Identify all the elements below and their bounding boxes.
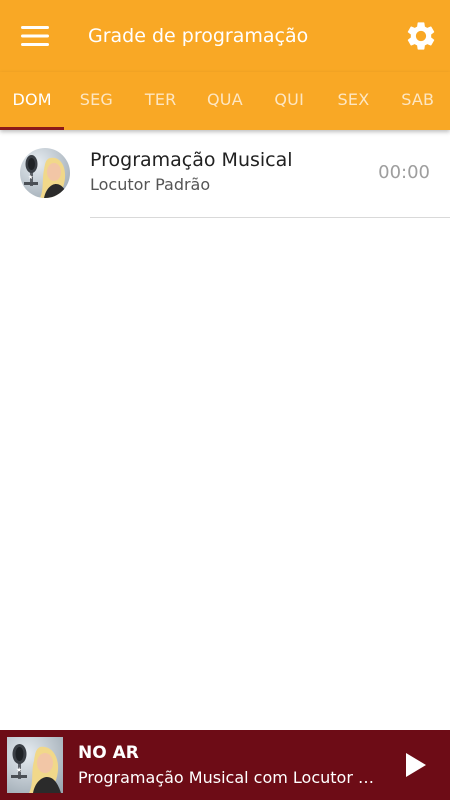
list-divider — [90, 217, 450, 218]
tab-qua[interactable]: QUA — [193, 72, 257, 130]
menu-button[interactable] — [14, 16, 56, 56]
host-avatar-photo: ★ — [7, 737, 63, 793]
tab-label: SEX — [337, 89, 370, 109]
page-title: Grade de programação — [88, 25, 309, 47]
play-icon — [406, 753, 426, 777]
program-host: Locutor Padrão — [90, 175, 211, 194]
svg-text:★: ★ — [28, 174, 33, 181]
app-toolbar: Grade de programação — [0, 0, 450, 72]
svg-text:★: ★ — [16, 766, 22, 774]
program-time: 00:00 — [378, 162, 430, 183]
tab-label: SEG — [79, 89, 114, 109]
list-item[interactable]: ★ Programação Musical Locutor Padrão 00:… — [0, 130, 450, 218]
tab-qui[interactable]: QUI — [257, 72, 321, 130]
player-artwork: ★ — [7, 737, 63, 793]
tab-label: TER — [144, 89, 177, 109]
tab-label: DOM — [12, 89, 52, 109]
tab-sex[interactable]: SEX — [321, 72, 385, 130]
tab-label: SAB — [401, 89, 435, 109]
day-tabs: DOM SEG TER QUA QUI SEX SAB — [0, 72, 450, 130]
settings-button[interactable] — [399, 14, 443, 58]
host-avatar-photo: ★ — [20, 148, 70, 198]
program-title: Programação Musical — [90, 149, 293, 171]
hamburger-menu-icon — [21, 26, 49, 46]
tab-label: QUI — [274, 89, 304, 109]
now-playing-title: Programação Musical com Locutor Padrão — [78, 768, 380, 787]
tab-dom[interactable]: DOM — [0, 72, 65, 130]
on-air-label: NO AR — [78, 743, 139, 763]
app-root: Grade de programação DOM SEG TER QUA QUI… — [0, 0, 450, 800]
tab-ter[interactable]: TER — [129, 72, 193, 130]
tab-sab[interactable]: SAB — [386, 72, 450, 130]
schedule-list: ★ Programação Musical Locutor Padrão 00:… — [0, 130, 450, 218]
now-playing-bar[interactable]: ★ NO AR Programação Musical com Locutor … — [0, 730, 450, 800]
host-avatar: ★ — [20, 148, 70, 198]
tab-label: QUA — [207, 89, 243, 109]
gear-icon — [407, 22, 435, 50]
play-button[interactable] — [396, 744, 436, 786]
tab-seg[interactable]: SEG — [64, 72, 128, 130]
